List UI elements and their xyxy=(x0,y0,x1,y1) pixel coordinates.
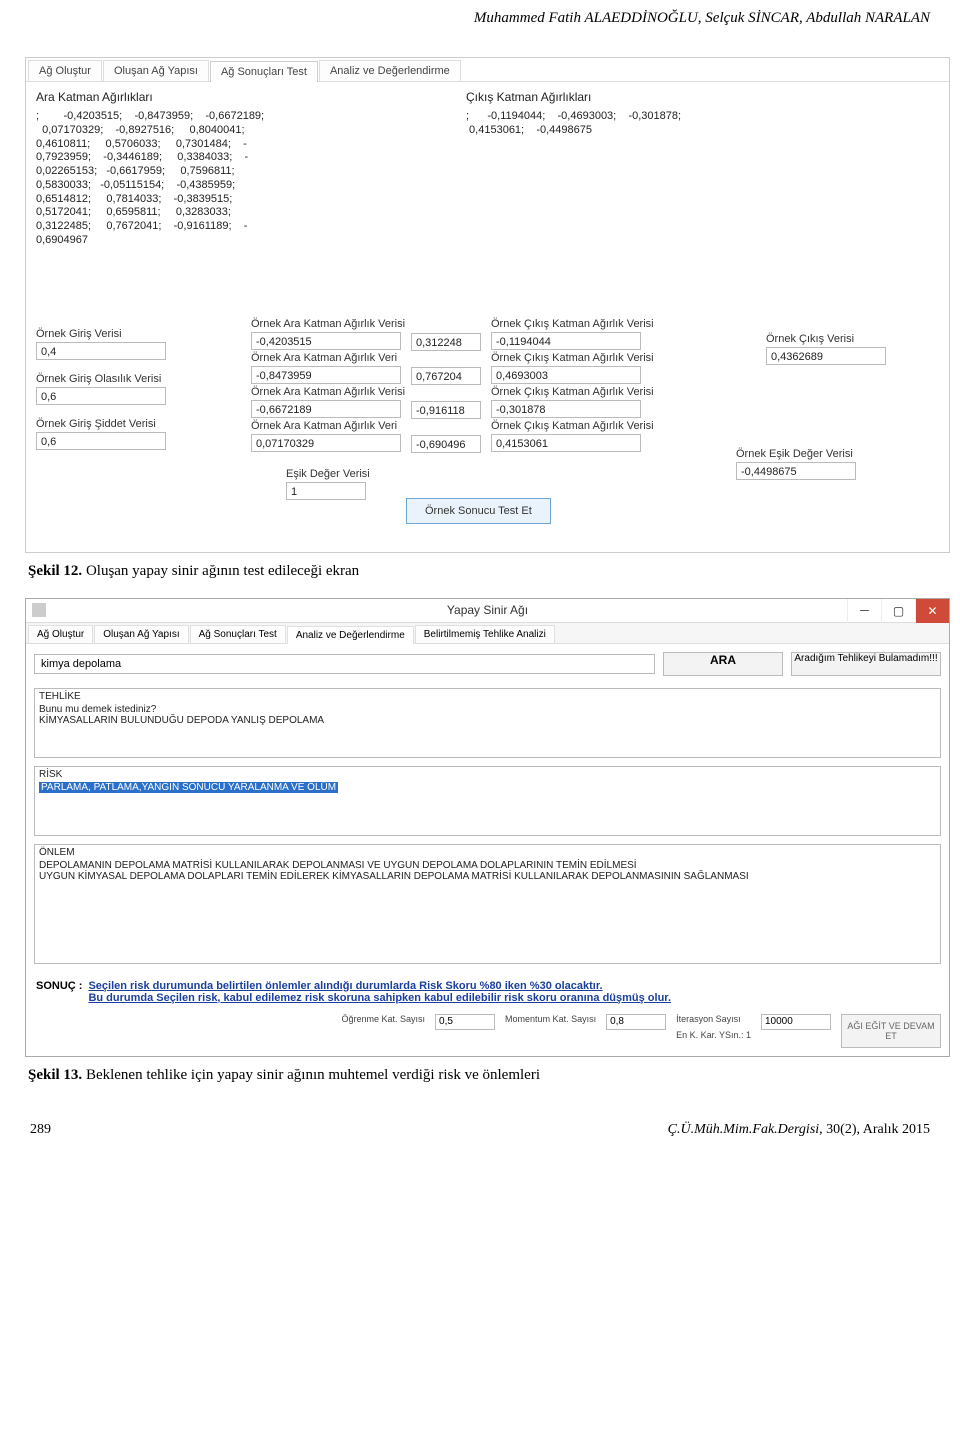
journal-ref: Ç.Ü.Müh.Mim.Fak.Dergisi, 30(2), Aralık 2… xyxy=(668,1122,930,1138)
risk-selected-line[interactable]: PARLAMA, PATLAMA,YANGIN SONUCU YARALANMA… xyxy=(39,782,338,793)
caption-13-text: Beklenen tehlike için yapay sinir ağının… xyxy=(82,1067,540,1083)
tehlike-line: KİMYASALLARIN BULUNDUĞU DEPODA YANLIŞ DE… xyxy=(39,715,936,726)
olasilik-field[interactable]: 0,6 xyxy=(36,387,166,405)
risk-listbox[interactable]: RİSK PARLAMA, PATLAMA,YANGIN SONUCU YARA… xyxy=(34,766,941,836)
figure-13-window: Yapay Sinir Ağı － ▢ ✕ Ağ Oluştur Oluşan … xyxy=(25,598,950,1057)
esik-label: Eşik Değer Verisi xyxy=(286,468,370,480)
sonuc-line-1: Seçilen risk durumunda belirtilen önleml… xyxy=(88,980,602,992)
cikis-katman-label: Çıkış Katman Ağırlıkları xyxy=(466,90,939,104)
mid3-field[interactable]: -0,916118 xyxy=(411,401,481,419)
app-icon xyxy=(32,603,46,617)
risk-header: RİSK xyxy=(39,769,936,780)
page-header-authors: Muhammed Fatih ALAEDDİNOĞLU, Selçuk SİNC… xyxy=(0,0,960,47)
cik3-field[interactable]: -0,301878 xyxy=(491,400,641,418)
cik2-field[interactable]: 0,4693003 xyxy=(491,366,641,384)
window-title: Yapay Sinir Ağı xyxy=(447,603,528,617)
tab2-olusan-ag-yapisi[interactable]: Oluşan Ağ Yapısı xyxy=(94,625,188,643)
tab-ag-olustur[interactable]: Ağ Oluştur xyxy=(28,60,102,81)
giris-verisi-field[interactable]: 0,4 xyxy=(36,342,166,360)
page-number: 289 xyxy=(30,1122,51,1138)
minimize-button[interactable]: － xyxy=(847,599,881,623)
tab2-belirtilmemis-tehlike[interactable]: Belirtilmemiş Tehlike Analizi xyxy=(415,625,555,643)
tab-olusan-ag-yapisi[interactable]: Oluşan Ağ Yapısı xyxy=(103,60,209,81)
figure-13-caption: Şekil 13. Beklenen tehlike için yapay si… xyxy=(28,1067,960,1084)
mid4-field[interactable]: -0,690496 xyxy=(411,435,481,453)
tehlike-listbox[interactable]: TEHLİKE Bunu mu demek istediniz? KİMYASA… xyxy=(34,688,941,758)
mid1-field[interactable]: 0,312248 xyxy=(411,333,481,351)
olasilik-label: Örnek Giriş Olasılık Verisi xyxy=(36,373,166,385)
tab2-analiz-degerlendirme[interactable]: Analiz ve Değerlendirme xyxy=(287,626,414,644)
maximize-button[interactable]: ▢ xyxy=(881,599,915,623)
ara2-field[interactable]: -0,8473959 xyxy=(251,366,401,384)
titlebar: Yapay Sinir Ağı － ▢ ✕ xyxy=(26,599,949,623)
close-button[interactable]: ✕ xyxy=(915,599,949,623)
bottom-param-bar: Öğrenme Kat. Sayısı 0,5 Momentum Kat. Sa… xyxy=(26,1008,949,1056)
ara-katman-weights: ; -0,4203515; -0,8473959; -0,6672189; 0,… xyxy=(36,110,426,248)
ara3-label: Örnek Ara Katman Ağırlık Verisi xyxy=(251,386,405,398)
mid2-field[interactable]: 0,767204 xyxy=(411,367,481,385)
panel-body: Ara Katman Ağırlıkları ; -0,4203515; -0,… xyxy=(26,82,949,552)
enk-label: En K. Kar. YSın.: 1 xyxy=(676,1030,751,1040)
page-footer: 289 Ç.Ü.Müh.Mim.Fak.Dergisi, 30(2), Aral… xyxy=(0,1102,960,1148)
caption-12-bold: Şekil 12. xyxy=(28,563,82,579)
esik2-label: Örnek Eşik Değer Verisi xyxy=(736,448,856,460)
train-button[interactable]: AĞI EĞİT VE DEVAM ET xyxy=(841,1014,941,1048)
ara1-field[interactable]: -0,4203515 xyxy=(251,332,401,350)
tab-bar-2: Ağ Oluştur Oluşan Ağ Yapısı Ağ Sonuçları… xyxy=(26,623,949,644)
ara2-label: Örnek Ara Katman Ağırlık Veri xyxy=(251,352,401,364)
onlem-line-2: UYGUN KİMYASAL DEPOLAMA DOLAPLARI TEMİN … xyxy=(39,871,936,882)
tehlike-header: TEHLİKE xyxy=(39,691,936,702)
test-button[interactable]: Örnek Sonucu Test Et xyxy=(406,498,551,524)
tab2-ag-sonuclari-test[interactable]: Ağ Sonuçları Test xyxy=(190,625,286,643)
sonuc-line-2: Bu durumda Seçilen risk, kabul edilemez … xyxy=(88,992,671,1004)
onlem-listbox[interactable]: ÖNLEM DEPOLAMANIN DEPOLAMA MATRİSİ KULLA… xyxy=(34,844,941,964)
momentum-label: Momentum Kat. Sayısı xyxy=(505,1014,596,1024)
cikis-katman-weights: ; -0,1194044; -0,4693003; -0,301878; 0,4… xyxy=(466,110,939,138)
cik2-label: Örnek Çıkış Katman Ağırlık Verisi xyxy=(491,352,654,364)
tab-bar: Ağ Oluştur Oluşan Ağ Yapısı Ağ Sonuçları… xyxy=(26,58,949,82)
onlem-line-1: DEPOLAMANIN DEPOLAMA MATRİSİ KULLANILARA… xyxy=(39,860,936,871)
ara4-field[interactable]: 0,07170329 xyxy=(251,434,401,452)
ara1-label: Örnek Ara Katman Ağırlık Verisi xyxy=(251,318,405,330)
cik4-field[interactable]: 0,4153061 xyxy=(491,434,641,452)
tehlike-question: Bunu mu demek istediniz? xyxy=(39,704,936,715)
cik3-label: Örnek Çıkış Katman Ağırlık Verisi xyxy=(491,386,654,398)
out-label: Örnek Çıkış Verisi xyxy=(766,333,886,345)
sonuc-text: Seçilen risk durumunda belirtilen önleml… xyxy=(88,980,671,1004)
search-input[interactable]: kimya depolama xyxy=(34,654,655,674)
ogrenme-label: Öğrenme Kat. Sayısı xyxy=(342,1014,426,1024)
iter-label: İterasyon Sayısı xyxy=(676,1014,751,1024)
cik1-label: Örnek Çıkış Katman Ağırlık Verisi xyxy=(491,318,654,330)
sonuc-label: SONUÇ : xyxy=(36,980,82,1004)
momentum-field[interactable]: 0,8 xyxy=(606,1014,666,1030)
esik2-field[interactable]: -0,4498675 xyxy=(736,462,856,480)
out-field[interactable]: 0,4362689 xyxy=(766,347,886,365)
onlem-header: ÖNLEM xyxy=(39,847,936,858)
tab-analiz-degerlendirme[interactable]: Analiz ve Değerlendirme xyxy=(319,60,461,81)
caption-13-bold: Şekil 13. xyxy=(28,1067,82,1083)
ogrenme-field[interactable]: 0,5 xyxy=(435,1014,495,1030)
cik1-field[interactable]: -0,1194044 xyxy=(491,332,641,350)
tab2-ag-olustur[interactable]: Ağ Oluştur xyxy=(28,625,93,643)
ara-button[interactable]: ARA xyxy=(663,652,783,676)
caption-12-text: Oluşan yapay sinir ağının test edileceği… xyxy=(82,563,359,579)
ara-katman-label: Ara Katman Ağırlıkları xyxy=(36,90,426,104)
siddet-label: Örnek Giriş Şiddet Verisi xyxy=(36,418,166,430)
tab-ag-sonuclari-test[interactable]: Ağ Sonuçları Test xyxy=(210,61,318,82)
not-found-button[interactable]: Aradığım Tehlikeyi Bulamadım!!! xyxy=(791,652,941,676)
esik-field[interactable]: 1 xyxy=(286,482,366,500)
cik4-label: Örnek Çıkış Katman Ağırlık Verisi xyxy=(491,420,654,432)
figure-12-caption: Şekil 12. Oluşan yapay sinir ağının test… xyxy=(28,563,960,580)
siddet-field[interactable]: 0,6 xyxy=(36,432,166,450)
figure-12-app: Ağ Oluştur Oluşan Ağ Yapısı Ağ Sonuçları… xyxy=(25,57,950,553)
ara3-field[interactable]: -0,6672189 xyxy=(251,400,401,418)
iter-field[interactable]: 10000 xyxy=(761,1014,831,1030)
ara4-label: Örnek Ara Katman Ağırlık Veri xyxy=(251,420,401,432)
giris-verisi-label: Örnek Giriş Verisi xyxy=(36,328,166,340)
